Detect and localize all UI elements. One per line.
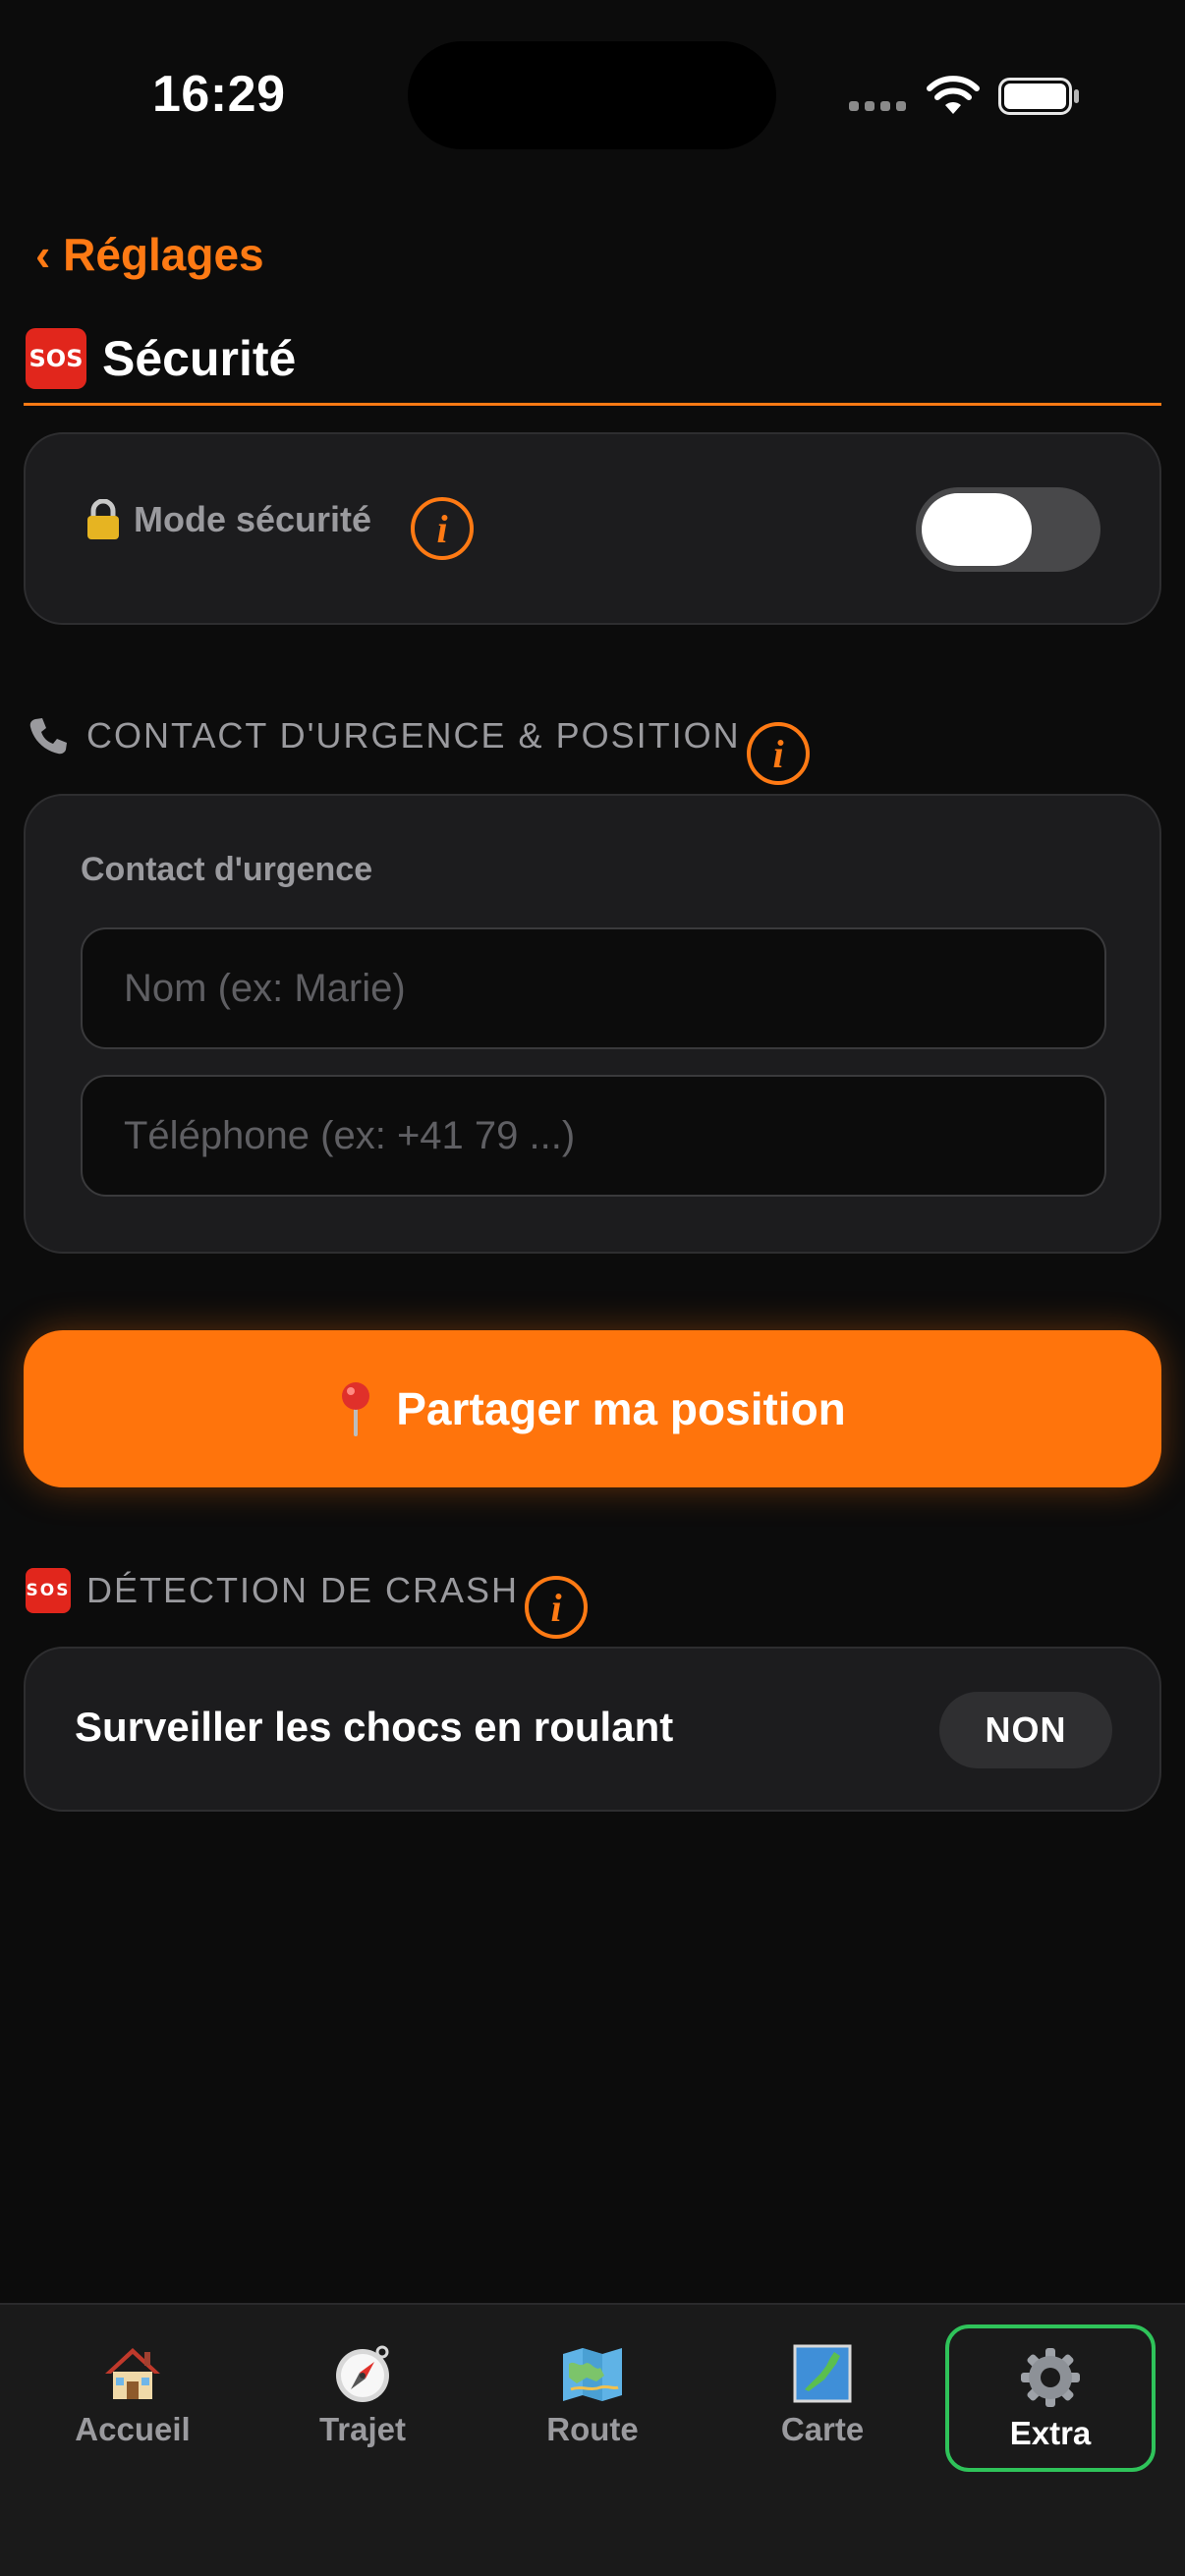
wifi-icon (927, 76, 980, 114)
tab-label: Extra (1009, 2415, 1092, 2451)
tab-accueil[interactable]: Accueil (28, 2324, 238, 2472)
tab-bar: Accueil Trajet Route Carte Extra (0, 2303, 1185, 2576)
gear-icon (1021, 2348, 1080, 2407)
map-icon (563, 2348, 622, 2401)
tab-extra[interactable]: Extra (945, 2324, 1156, 2472)
contact-info-icon[interactable]: i (747, 722, 810, 785)
contact-section-header: CONTACT D'URGENCE & POSITION (26, 713, 741, 758)
security-info-icon[interactable]: i (411, 497, 474, 560)
security-mode-card: Mode sécurité i (24, 432, 1161, 625)
cellular-signal-icon (849, 101, 906, 111)
contact-name-input[interactable] (81, 927, 1106, 1049)
security-mode-label: Mode sécurité (134, 499, 372, 539)
dynamic-island (408, 41, 776, 149)
contact-card: Contact d'urgence (24, 794, 1161, 1254)
back-button[interactable]: ‹ Réglages (35, 228, 264, 281)
crash-info-icon[interactable]: i (525, 1576, 588, 1639)
sos-icon: SOS (26, 1568, 71, 1613)
contact-phone-input[interactable] (81, 1075, 1106, 1197)
crash-monitor-toggle[interactable]: NON (939, 1692, 1112, 1768)
tab-label: Trajet (318, 2411, 407, 2447)
share-position-button[interactable]: Partager ma position (24, 1330, 1161, 1487)
tab-label: Accueil (75, 2411, 191, 2447)
house-icon (105, 2348, 160, 2399)
crash-section-header: SOS DÉTECTION DE CRASH (26, 1568, 519, 1613)
tab-route[interactable]: Route (487, 2324, 698, 2472)
status-time: 16:29 (152, 66, 286, 123)
battery-icon (998, 78, 1079, 115)
page-title-text: Sécurité (102, 331, 297, 386)
tab-label: Carte (780, 2411, 865, 2447)
page-title: SOS Sécurité (26, 328, 296, 389)
compass-icon (336, 2345, 389, 2402)
back-label: ‹ Réglages (35, 229, 264, 280)
tab-carte[interactable]: Carte (717, 2324, 928, 2472)
tab-label: Route (546, 2411, 639, 2447)
pushpin-icon (342, 1382, 370, 1436)
sos-icon: SOS (26, 328, 86, 389)
security-mode-toggle[interactable] (916, 487, 1100, 572)
tab-trajet[interactable]: Trajet (257, 2324, 468, 2472)
crash-detection-card: Surveiller les chocs en roulant NON (24, 1647, 1161, 1812)
contact-section-title: CONTACT D'URGENCE & POSITION (86, 715, 741, 756)
contact-card-label: Contact d'urgence (81, 851, 373, 888)
japan-map-icon (793, 2344, 852, 2403)
share-position-label: Partager ma position (396, 1383, 846, 1434)
toggle-knob (922, 493, 1032, 566)
title-divider (24, 403, 1161, 406)
phone-icon (29, 718, 67, 755)
crash-monitor-label: Surveiller les chocs en roulant (75, 1704, 674, 1750)
lock-icon (87, 499, 119, 539)
security-mode-row: Mode sécurité (85, 499, 371, 540)
crash-section-title: DÉTECTION DE CRASH (86, 1570, 520, 1610)
